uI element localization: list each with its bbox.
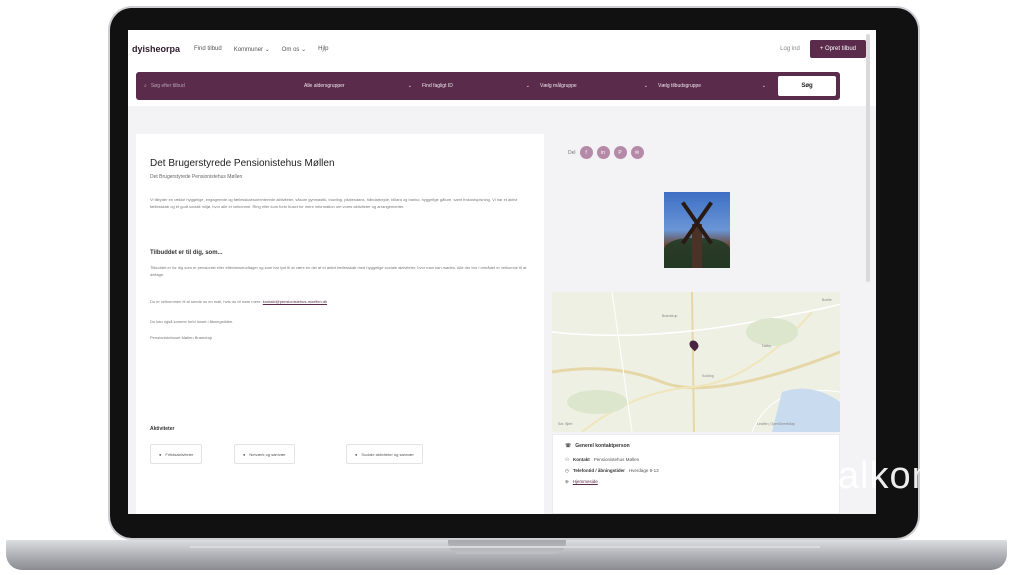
overlay-clip: Socialkom [0,0,920,575]
watermark-text: Socialkom [760,455,920,497]
stage: dyisheorpa Find tilbud Kommuner ⌄ Om os … [0,0,1013,575]
